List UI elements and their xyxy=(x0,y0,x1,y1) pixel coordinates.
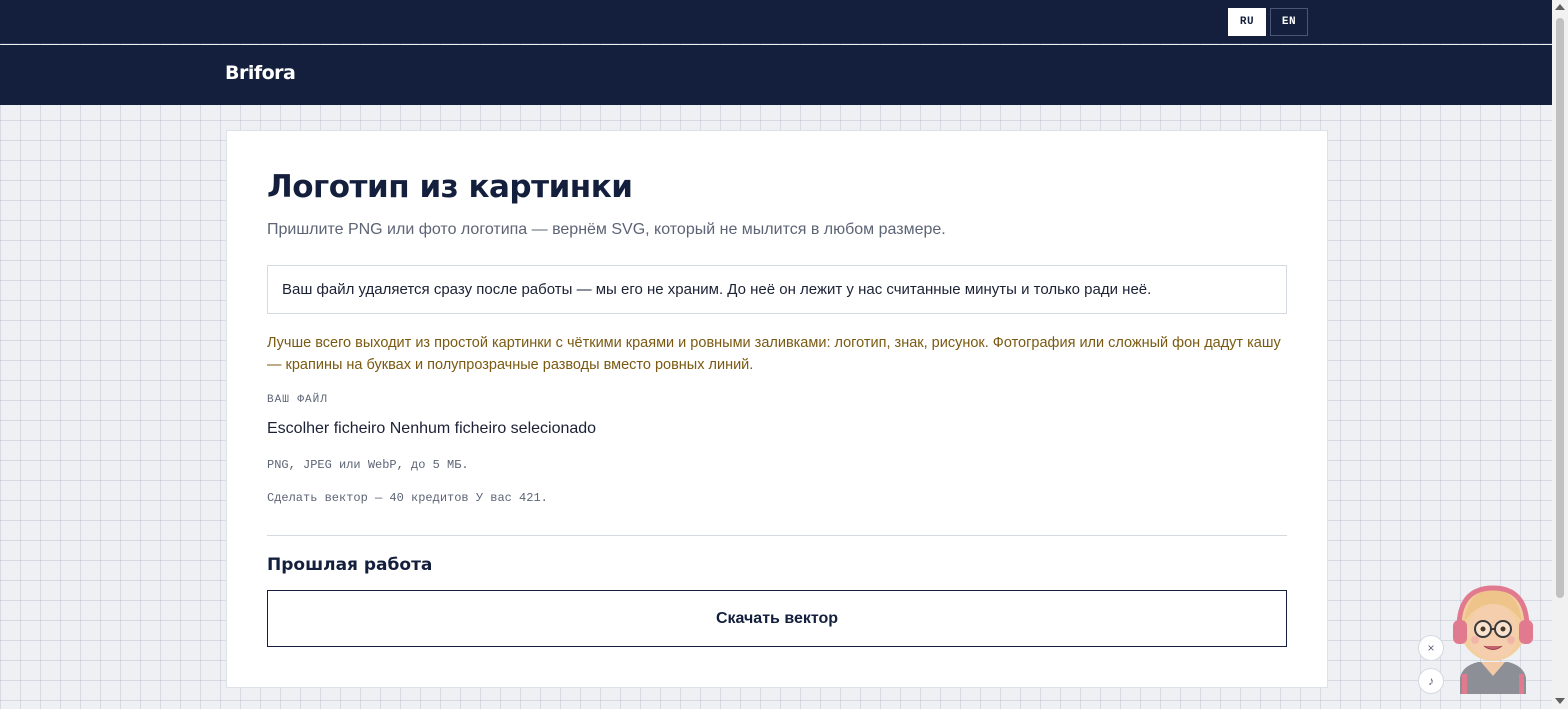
page-title: Логотип из картинки xyxy=(267,169,633,205)
avatar-with-headphones-icon[interactable] xyxy=(1448,582,1538,694)
music-icon[interactable]: ♪ xyxy=(1418,668,1444,694)
close-icon[interactable]: × xyxy=(1418,635,1444,661)
privacy-notice: Ваш файл удаляется сразу после работы — … xyxy=(267,265,1287,314)
main-card: Логотип из картинки Пришлите PNG или фот… xyxy=(226,130,1328,688)
scroll-down-icon[interactable] xyxy=(1555,698,1565,704)
past-work-title: Прошлая работа xyxy=(267,555,433,575)
page-subtitle: Пришлите PNG или фото логотипа — вернём … xyxy=(267,221,946,238)
language-en-button[interactable]: EN xyxy=(1270,8,1308,36)
file-format-hint: PNG, JPEG или WebP, до 5 МБ. xyxy=(267,458,469,472)
privacy-notice-text: Ваш файл удаляется сразу после работы — … xyxy=(282,281,1152,298)
section-divider xyxy=(267,535,1287,536)
file-field-label: ВАШ ФАЙЛ xyxy=(267,394,328,406)
brand-logo[interactable]: Brifora xyxy=(225,62,296,84)
top-bar: RU EN xyxy=(0,0,1552,44)
quality-tip: Лучше всего выходит из простой картинки … xyxy=(267,335,1281,373)
download-vector-button[interactable]: Скачать вектор xyxy=(267,590,1287,647)
credits-info: Сделать вектор — 40 кредитов У вас 421. xyxy=(267,491,548,505)
language-ru-button[interactable]: RU xyxy=(1228,8,1266,36)
scroll-up-icon[interactable] xyxy=(1555,4,1565,10)
file-input[interactable]: Escolher ficheiro Nenhum ficheiro seleci… xyxy=(267,420,596,438)
site-header: Brifora xyxy=(0,45,1552,105)
scrollbar-thumb[interactable] xyxy=(1556,18,1564,598)
file-status-text: Nenhum ficheiro selecionado xyxy=(389,420,597,437)
choose-file-button[interactable]: Escolher ficheiro xyxy=(267,420,385,437)
